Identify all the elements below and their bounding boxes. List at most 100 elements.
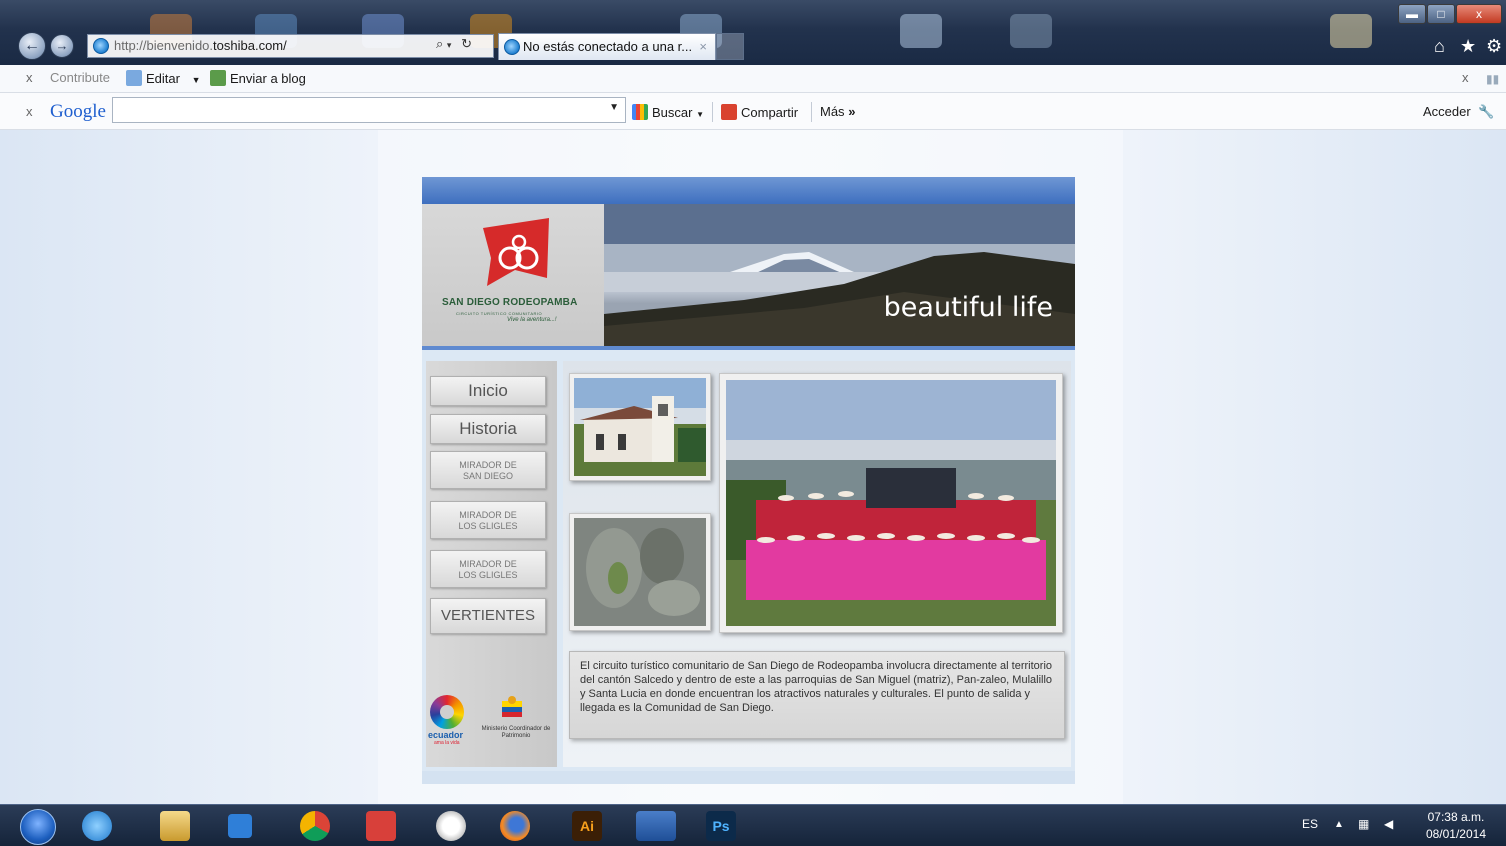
footer-strip [422, 771, 1075, 784]
language-indicator[interactable]: ES [1302, 817, 1318, 831]
media-icon[interactable] [228, 814, 252, 838]
address-domain: toshiba.com/ [213, 38, 287, 53]
partner-logos: ecuador ama la vida Ministerio Coordinad… [426, 693, 552, 753]
chrome-icon[interactable] [300, 811, 330, 841]
share-icon [721, 104, 737, 120]
top-band [422, 177, 1075, 204]
chevron-down-icon: ▼ [696, 110, 705, 119]
minimize-button[interactable]: ▬ [1398, 4, 1426, 24]
edit-label: Editar [146, 71, 180, 86]
tab-title: No estás conectado a una r... [523, 39, 693, 54]
logo-emblem-icon [483, 218, 549, 286]
maximize-button[interactable]: □ [1427, 4, 1455, 24]
tab-close-icon[interactable]: × [699, 34, 707, 60]
photoshop-label: Ps [712, 818, 730, 834]
login-label: Acceder [1423, 104, 1471, 119]
new-tab-button[interactable] [716, 33, 744, 60]
word-icon[interactable] [636, 811, 676, 841]
blurred-window-thumb [1010, 14, 1052, 48]
explorer-icon[interactable] [160, 811, 190, 841]
chevron-down-icon: ▼ [191, 75, 201, 85]
toolbar-right-close-icon[interactable]: x [1462, 70, 1469, 85]
nav-label-line2: LOS GLIGLES [458, 570, 518, 580]
blurred-window-thumb [1330, 14, 1372, 48]
network-icon[interactable]: ▦ [1358, 817, 1369, 831]
google-search-input[interactable]: ▼ [112, 97, 626, 123]
edit-button[interactable]: Editar ▼ [126, 70, 201, 86]
nav-mirador-san-diego[interactable]: MIRADOR DE SAN DIEGO [430, 451, 546, 489]
login-button[interactable]: Acceder 🔧 [1423, 104, 1495, 120]
content-area: El circuito turístico comunitario de San… [563, 361, 1071, 767]
search-button-label: Buscar [652, 105, 693, 120]
address-tools[interactable]: ⌕ ▾ ↻ [436, 36, 472, 52]
ecuador-logo-subtext: ama la vida [434, 740, 460, 746]
dropdown-icon[interactable]: ▾ [447, 40, 452, 50]
nav-historia[interactable]: Historia [430, 414, 546, 444]
google-logo-text: Google [50, 101, 106, 122]
wrench-icon: 🔧 [1478, 104, 1495, 119]
group-photo-image [726, 380, 1056, 626]
todoist-icon[interactable] [366, 811, 396, 841]
photo-church[interactable] [569, 373, 711, 481]
ie-page-icon [93, 38, 109, 54]
edit-icon [126, 70, 142, 86]
volume-icon[interactable]: ◀ [1384, 817, 1393, 831]
more-label: Más [820, 104, 845, 119]
google-search-button[interactable]: Buscar ▼ [632, 104, 704, 120]
nav-label-line2: SAN DIEGO [462, 471, 513, 481]
clock-date: 08/01/2014 [1425, 827, 1486, 841]
command-toolbar: x Contribute Editar ▼ Enviar a blog x ▮▮ [0, 65, 1506, 93]
google-toolbar: x Google ▼ Buscar ▼ Compartir Más » Acce… [0, 93, 1506, 130]
nav-vertientes[interactable]: VERTIENTES [430, 598, 546, 634]
settings-gear-icon[interactable]: ⚙ [1486, 36, 1502, 57]
address-bar[interactable]: http://bienvenido.toshiba.com/ [87, 34, 494, 58]
close-window-button[interactable]: x [1456, 4, 1502, 24]
photo-group[interactable] [719, 373, 1063, 633]
send-to-blog-label: Enviar a blog [230, 71, 306, 86]
blog-icon [210, 70, 226, 86]
address-prefix: http://bienvenido. [114, 38, 214, 53]
site-logo[interactable]: SAN DIEGO RODEOPAMBA CIRCUITO TURÍSTICO … [422, 204, 604, 346]
ministry-logo-text: Ministerio Coordinador de Patrimonio [481, 726, 551, 739]
logo-name: SAN DIEGO RODEOPAMBA [442, 297, 578, 308]
nav-mirador-los-gligles[interactable]: MIRADOR DE LOS GLIGLES [430, 501, 546, 539]
mountain-landscape-image [604, 204, 1075, 346]
share-button[interactable]: Compartir [721, 104, 798, 120]
side-navigation: Inicio Historia MIRADOR DE SAN DIEGO MIR… [426, 361, 557, 767]
nav-label-line1: MIRADOR DE [459, 510, 517, 520]
photoshop-icon[interactable]: Ps [706, 811, 736, 841]
toolbar-close-icon[interactable]: x [26, 70, 33, 85]
nav-inicio[interactable]: Inicio [430, 376, 546, 406]
start-button[interactable] [20, 809, 56, 845]
home-icon[interactable]: ⌂ [1434, 36, 1445, 57]
send-to-blog-button[interactable]: Enviar a blog [210, 70, 306, 86]
firefox-icon[interactable] [500, 811, 530, 841]
ecuador-logo-icon [430, 695, 464, 729]
back-button[interactable]: ← [18, 32, 46, 60]
browser-tab[interactable]: No estás conectado a una r... × [498, 33, 716, 60]
clock-icon[interactable] [436, 811, 466, 841]
forward-button[interactable]: → [50, 34, 74, 58]
nav-mirador-los-gligles-2[interactable]: MIRADOR DE LOS GLIGLES [430, 550, 546, 588]
contribute-button[interactable]: Contribute [50, 70, 110, 85]
signal-icon: ▮▮ [1486, 72, 1500, 86]
more-button[interactable]: Más » [820, 104, 855, 119]
clock-time: 07:38 a.m. [1427, 810, 1485, 824]
nav-label-line2: LOS GLIGLES [458, 521, 518, 531]
ie-icon[interactable] [82, 811, 112, 841]
refresh-icon[interactable]: ↻ [461, 36, 472, 51]
nav-label-line1: MIRADOR DE [459, 460, 517, 470]
double-chevron-icon: » [848, 104, 856, 119]
search-icon[interactable]: ⌕ [436, 36, 443, 51]
photo-rock[interactable] [569, 513, 711, 631]
show-hidden-icons-icon[interactable]: ▲ [1334, 819, 1344, 830]
description-text: El circuito turístico comunitario de San… [569, 651, 1065, 739]
rock-photo-image [574, 518, 706, 626]
google-toolbar-close-icon[interactable]: x [26, 104, 33, 119]
share-label: Compartir [741, 105, 799, 120]
illustrator-icon[interactable]: Ai [572, 811, 602, 841]
favorites-star-icon[interactable]: ★ [1460, 36, 1476, 57]
system-clock[interactable]: 07:38 a.m. 08/01/2014 [1426, 809, 1486, 843]
illustrator-label: Ai [580, 818, 594, 834]
dropdown-arrow-icon[interactable]: ▼ [609, 102, 619, 113]
